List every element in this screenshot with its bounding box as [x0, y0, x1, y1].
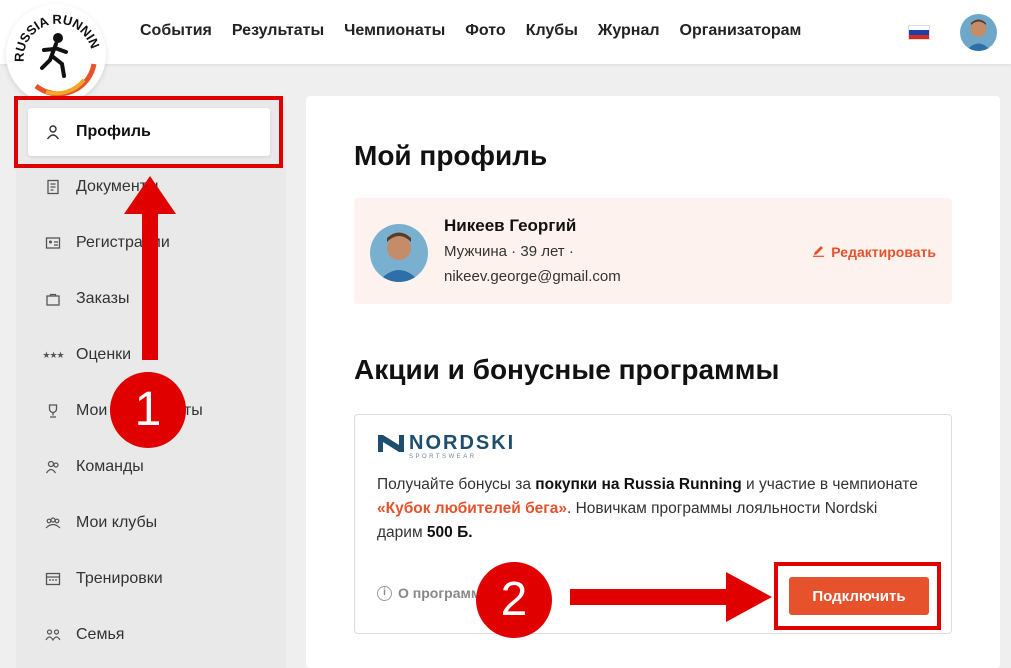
nav-photo[interactable]: Фото [465, 22, 505, 40]
nav-events[interactable]: События [140, 22, 212, 40]
trophy-icon [44, 402, 62, 420]
sidebar-item-clubs[interactable]: Мои клубы [28, 499, 270, 547]
step-1-badge: 1 [110, 372, 186, 448]
nav-results[interactable]: Результаты [232, 22, 324, 40]
profile-details: Мужчина · 39 лет · [444, 243, 574, 260]
edit-profile-button[interactable]: Редактировать [812, 244, 936, 260]
profile-name: Никеев Георгий [444, 216, 577, 235]
sidebar-item-orders[interactable]: Заказы [28, 275, 270, 323]
sidebar-item-documents[interactable]: Документы [28, 163, 270, 211]
profile-card: Никеев Георгий Мужчина · 39 лет · nikeev… [354, 198, 952, 304]
profile-avatar [370, 224, 428, 282]
main-nav: События Результаты Чемпионаты Фото Клубы… [140, 22, 801, 40]
sidebar-item-registrations[interactable]: Регистрации [28, 219, 270, 267]
nav-organizers[interactable]: Организаторам [680, 22, 802, 40]
nordski-logo: NORDSKI SPORTSWEAR [377, 433, 515, 460]
document-icon [44, 178, 62, 196]
language-flag-icon[interactable] [908, 25, 930, 40]
sidebar-item-label: Заказы [76, 290, 130, 307]
family-icon [44, 626, 62, 644]
sidebar-item-label: Команды [76, 458, 144, 475]
nav-clubs[interactable]: Клубы [526, 22, 578, 40]
stars-icon: ★★★ [42, 349, 64, 360]
calendar-icon [44, 570, 62, 588]
info-icon: i [377, 585, 392, 601]
sidebar-item-label: Мои клубы [76, 514, 158, 531]
id-card-icon [44, 234, 62, 252]
profile-email: nikeev.george@gmail.com [444, 268, 621, 285]
bag-icon [44, 290, 62, 308]
sidebar-item-trainings[interactable]: Тренировки [28, 555, 270, 603]
edit-label: Редактировать [831, 244, 936, 260]
sidebar-item-label: Оценки [76, 346, 132, 363]
sidebar-item-teams[interactable]: Команды [28, 443, 270, 491]
sidebar-item-label: Тренировки [76, 570, 163, 587]
russia-running-logo[interactable]: RUSSIA RUNNING [6, 4, 106, 104]
annotation-box-profile [14, 96, 283, 168]
page-title: Мой профиль [354, 140, 548, 171]
promos-title: Акции и бонусные программы [354, 354, 780, 385]
sidebar-item-label: Семья [76, 626, 125, 643]
brand-sub: SPORTSWEAR [409, 454, 477, 460]
annotation-box-connect [774, 562, 941, 630]
sidebar-item-label: Регистрации [76, 234, 170, 251]
sidebar-item-label: Документы [76, 178, 159, 195]
brand-name: NORDSKI [409, 432, 516, 454]
championship-link[interactable]: «Кубок любителей бега» [377, 500, 567, 517]
sidebar-item-family[interactable]: Семья [28, 611, 270, 659]
team-icon [44, 458, 62, 476]
pencil-icon [812, 244, 825, 260]
nav-journal[interactable]: Журнал [598, 22, 660, 40]
clubs-icon [44, 514, 62, 532]
nav-championships[interactable]: Чемпионаты [344, 22, 445, 40]
top-header: События Результаты Чемпионаты Фото Клубы… [0, 0, 1011, 64]
user-avatar[interactable] [960, 14, 997, 51]
about-program-link[interactable]: i О программе [377, 585, 489, 601]
step-2-badge: 2 [476, 562, 552, 638]
promo-description: Получайте бонусы за покупки на Russia Ru… [377, 476, 918, 541]
